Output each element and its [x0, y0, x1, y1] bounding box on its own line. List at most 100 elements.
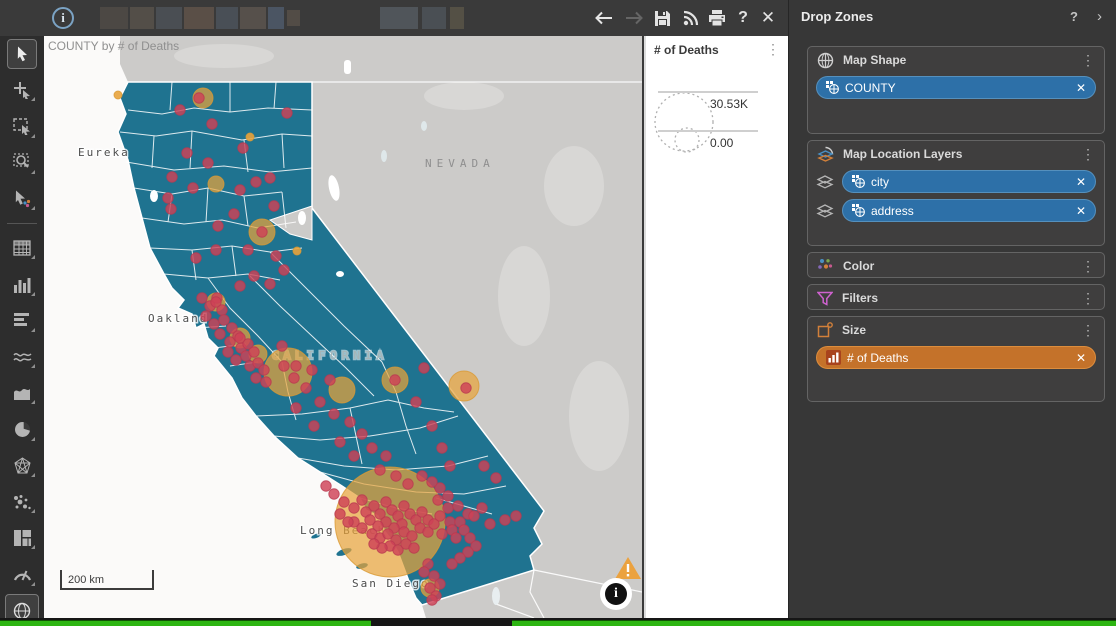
layer-visibility-icon[interactable]	[816, 174, 834, 189]
location-dot[interactable]	[191, 253, 201, 263]
location-dot[interactable]	[443, 491, 453, 501]
horizontal-bar-object[interactable]	[0, 303, 44, 339]
legend-menu-icon[interactable]: ⋮	[766, 44, 780, 54]
location-dot[interactable]	[291, 361, 301, 371]
panel-help-icon[interactable]: ?	[1070, 9, 1078, 24]
geo-map-panel[interactable]: COUNTY by # of Deaths	[44, 36, 642, 618]
location-dot[interactable]	[447, 559, 457, 569]
location-dot[interactable]	[175, 105, 185, 115]
drop-zone-filters[interactable]: Filters ⋮	[807, 284, 1105, 310]
drop-zone-menu-icon[interactable]: ⋮	[1081, 55, 1095, 65]
location-dot[interactable]	[203, 158, 213, 168]
location-dot[interactable]	[235, 185, 245, 195]
remove-pill-icon[interactable]: ✕	[1072, 204, 1086, 218]
location-dot[interactable]	[500, 515, 510, 525]
remove-pill-icon[interactable]: ✕	[1072, 81, 1086, 95]
location-dot[interactable]	[213, 221, 223, 231]
location-dot[interactable]	[163, 193, 173, 203]
network-object[interactable]	[0, 448, 44, 484]
data-pill-deaths[interactable]: # of Deaths ✕	[816, 346, 1096, 369]
location-dot[interactable]	[235, 281, 245, 291]
location-dot[interactable]	[417, 471, 427, 481]
location-dot[interactable]	[243, 245, 253, 255]
marquee-select-tool[interactable]	[0, 108, 44, 144]
select-tool[interactable]	[0, 36, 44, 72]
location-dot[interactable]	[279, 265, 289, 275]
location-dot[interactable]	[257, 227, 267, 237]
location-dot[interactable]	[279, 361, 289, 371]
drop-zone-map-shape[interactable]: Map Shape ⋮ COUNTY ✕	[807, 46, 1105, 134]
location-dot[interactable]	[194, 93, 204, 103]
location-dot[interactable]	[215, 329, 225, 339]
location-dot[interactable]	[443, 503, 453, 513]
close-icon[interactable]: ✕	[756, 6, 780, 30]
drop-zone-menu-icon[interactable]: ⋮	[1081, 325, 1095, 335]
location-dot[interactable]	[477, 503, 487, 513]
pan-tool[interactable]	[0, 72, 44, 108]
drop-zone-menu-icon[interactable]: ⋮	[1081, 149, 1095, 159]
location-dot[interactable]	[453, 501, 463, 511]
printer-icon[interactable]	[705, 6, 729, 30]
back-arrow-icon[interactable]	[592, 6, 616, 30]
location-dot[interactable]	[461, 383, 471, 393]
layer-visibility-icon[interactable]	[816, 203, 834, 218]
location-dot[interactable]	[307, 365, 317, 375]
location-dot[interactable]	[211, 297, 221, 307]
location-dot[interactable]	[277, 341, 287, 351]
location-dot[interactable]	[219, 315, 229, 325]
location-dot[interactable]	[403, 479, 413, 489]
pie-chart-object[interactable]	[0, 411, 44, 447]
location-dot[interactable]	[485, 519, 495, 529]
location-dot[interactable]	[261, 377, 271, 387]
save-icon[interactable]	[650, 6, 674, 30]
scatter-object[interactable]	[0, 484, 44, 520]
location-dot[interactable]	[211, 245, 221, 255]
location-dot[interactable]	[315, 397, 325, 407]
size-bubble[interactable]	[208, 176, 224, 192]
crosstab-object[interactable]	[0, 230, 44, 266]
location-dot[interactable]	[271, 251, 281, 261]
location-dot[interactable]	[188, 183, 198, 193]
chevron-right-icon[interactable]: ›	[1097, 8, 1102, 25]
location-dot[interactable]	[201, 311, 211, 321]
location-dot[interactable]	[231, 355, 241, 365]
location-dot[interactable]	[375, 465, 385, 475]
location-dot[interactable]	[349, 451, 359, 461]
location-dot[interactable]	[357, 429, 367, 439]
location-dot[interactable]	[251, 177, 261, 187]
location-dot[interactable]	[479, 461, 489, 471]
location-dot[interactable]	[411, 397, 421, 407]
location-dot[interactable]	[433, 495, 443, 505]
zoom-select-tool[interactable]	[0, 145, 44, 181]
line-chart-object[interactable]	[0, 339, 44, 375]
feed-icon[interactable]	[679, 6, 703, 30]
map-svg[interactable]: NEVADA CALIFORNIA Eureka Oakland Long Be…	[44, 36, 642, 618]
location-dot[interactable]	[166, 204, 176, 214]
drop-zone-menu-icon[interactable]: ⋮	[1081, 261, 1095, 271]
help-icon[interactable]: ?	[731, 6, 755, 30]
location-dot[interactable]	[325, 375, 335, 385]
location-dot[interactable]	[369, 539, 379, 549]
location-dot[interactable]	[223, 347, 233, 357]
location-dot[interactable]	[409, 543, 419, 553]
location-dot[interactable]	[335, 437, 345, 447]
size-bubble[interactable]	[246, 133, 254, 141]
location-dot[interactable]	[491, 473, 501, 483]
location-dot[interactable]	[329, 409, 339, 419]
location-dot[interactable]	[182, 148, 192, 158]
location-dot[interactable]	[291, 403, 301, 413]
info-circle-icon[interactable]: i	[52, 7, 74, 29]
location-dot[interactable]	[435, 511, 445, 521]
remove-pill-icon[interactable]: ✕	[1072, 175, 1086, 189]
data-select-tool[interactable]	[0, 181, 44, 217]
location-dot[interactable]	[511, 511, 521, 521]
location-dot[interactable]	[427, 477, 437, 487]
location-dot[interactable]	[167, 172, 177, 182]
location-dot[interactable]	[419, 567, 429, 577]
location-dot[interactable]	[391, 471, 401, 481]
area-chart-object[interactable]	[0, 375, 44, 411]
location-dot[interactable]	[238, 143, 248, 153]
bar-chart-object[interactable]	[0, 266, 44, 302]
location-dot[interactable]	[249, 347, 259, 357]
location-dot[interactable]	[349, 503, 359, 513]
